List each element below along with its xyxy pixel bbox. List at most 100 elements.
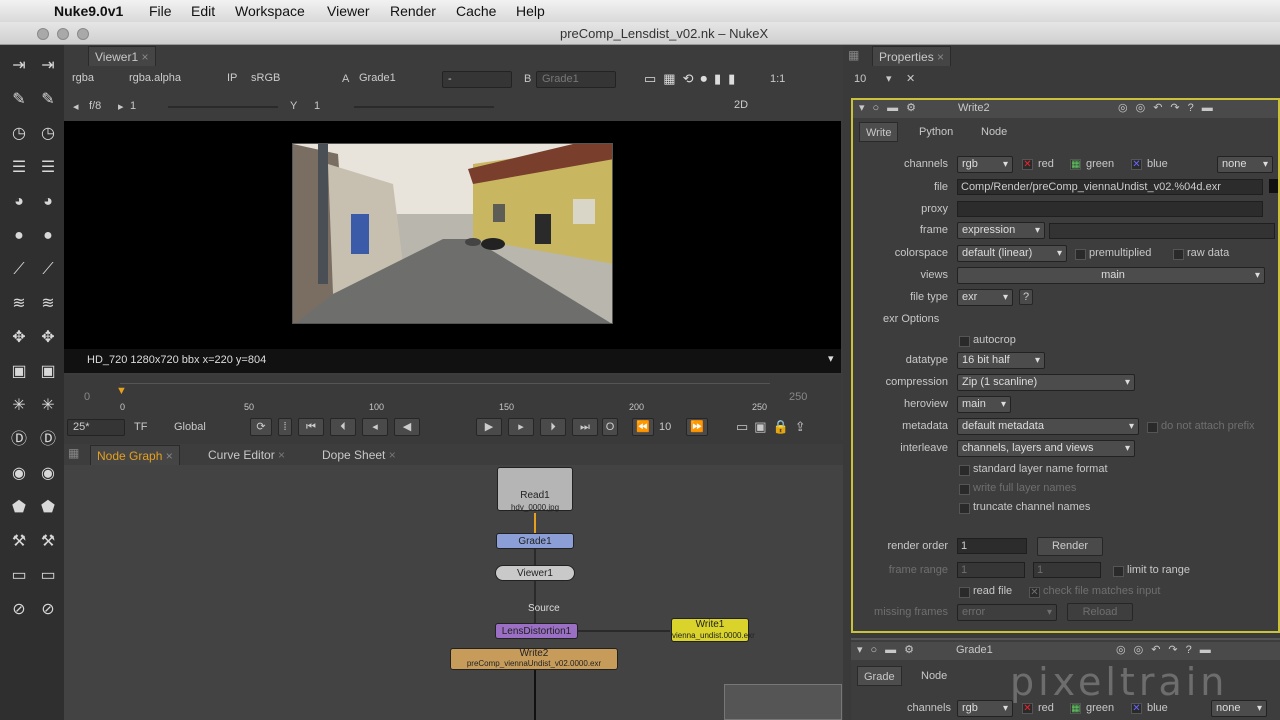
time-icon-2[interactable]: ◷ xyxy=(37,123,59,145)
close-icon[interactable]: × xyxy=(141,50,148,64)
node-header-icons[interactable]: ▾○▬⚙ xyxy=(859,101,924,114)
write2-node[interactable]: Write2 preComp_viennaUndist_v02.0000.exr xyxy=(450,648,618,670)
tab-python[interactable]: Python xyxy=(913,122,959,142)
read-file-checkbox[interactable] xyxy=(959,587,970,598)
frame-expression-input[interactable] xyxy=(1049,223,1275,239)
flipbook-icons[interactable]: ▭▣🔒⇪ xyxy=(736,419,812,435)
menu-cache[interactable]: Cache xyxy=(456,3,496,19)
view-mode-select[interactable]: 2D xyxy=(729,98,795,115)
menu-edit[interactable]: Edit xyxy=(191,3,215,19)
no-attach-prefix-checkbox[interactable] xyxy=(1147,422,1158,433)
node-header-icons[interactable]: ▾○▬⚙ xyxy=(857,643,922,656)
time-icon[interactable]: ◷ xyxy=(8,123,30,145)
panel-handle-icon[interactable]: ▦ xyxy=(848,48,859,62)
check-file-checkbox[interactable]: ✕ xyxy=(1029,587,1040,598)
fstop-value[interactable]: f/8 xyxy=(89,100,101,112)
tab-grade-node[interactable]: Node xyxy=(915,666,953,686)
ip-toggle[interactable]: IP xyxy=(222,71,244,88)
views-icon-2[interactable]: ◉ xyxy=(37,463,59,485)
particles-icon-2[interactable]: ✳ xyxy=(37,395,59,417)
compare-op-select[interactable]: - xyxy=(442,71,512,88)
prev-frame-button[interactable]: ◂ xyxy=(362,418,388,436)
tab-node[interactable]: Node xyxy=(975,122,1013,142)
frame-increment[interactable]: 10 xyxy=(659,421,671,433)
draw-icon[interactable]: ✎ xyxy=(8,89,30,111)
prev-keyframe-button[interactable]: ⏴ xyxy=(330,418,356,436)
merge-icon-2[interactable]: ≋ xyxy=(37,293,59,315)
interleave-dropdown[interactable]: channels, layers and views xyxy=(957,440,1135,457)
views-icon[interactable]: ◉ xyxy=(8,463,30,485)
timeline-start[interactable]: 0 xyxy=(84,391,90,403)
timeline-end[interactable]: 250 xyxy=(789,391,807,403)
close-window-button[interactable] xyxy=(37,28,49,40)
frame-range-end[interactable]: 1 xyxy=(1033,562,1101,578)
write2-name[interactable]: Write2 xyxy=(958,102,990,114)
limit-to-range-checkbox[interactable] xyxy=(1113,566,1124,577)
lock-panel-icon[interactable]: ▾ xyxy=(886,72,892,85)
draw-icon-2[interactable]: ✎ xyxy=(37,89,59,111)
skip-forward-button[interactable]: ⏩ xyxy=(686,418,708,436)
frame-range-start[interactable]: 1 xyxy=(957,562,1025,578)
menu-workspace[interactable]: Workspace xyxy=(235,3,305,19)
compression-dropdown[interactable]: Zip (1 scanline) xyxy=(957,374,1135,391)
tf-select[interactable]: TF xyxy=(134,421,147,433)
toolsets-icon[interactable]: ⚒ xyxy=(8,531,30,553)
image-icon-2[interactable]: ⇥ xyxy=(37,55,59,77)
file-input[interactable]: Comp/Render/preComp_viennaUndist_v02.%04… xyxy=(957,179,1263,195)
gamma-slider[interactable] xyxy=(354,106,494,108)
keyer-icon[interactable]: ⟋ xyxy=(8,259,30,281)
metadata-dropdown[interactable]: default metadata xyxy=(957,418,1139,435)
panel-handle-icon[interactable]: ▦ xyxy=(68,446,79,460)
green-checkbox[interactable]: ▦ xyxy=(1070,159,1081,170)
other-icon[interactable]: ▭ xyxy=(8,565,30,587)
zoom-window-button[interactable] xyxy=(77,28,89,40)
raw-data-checkbox[interactable] xyxy=(1173,249,1184,260)
fstop-prev-icon[interactable]: ◂ xyxy=(73,100,79,113)
autocrop-checkbox[interactable] xyxy=(959,336,970,347)
toolsets-icon-2[interactable]: ⚒ xyxy=(37,531,59,553)
tab-node-graph[interactable]: Node Graph × xyxy=(90,445,180,465)
grade-channels-dropdown[interactable]: rgb xyxy=(957,700,1013,717)
3d-icon-2[interactable]: ▣ xyxy=(37,361,59,383)
render-order-input[interactable]: 1 xyxy=(957,538,1027,554)
timeline-track[interactable] xyxy=(120,383,770,407)
max-panels-field[interactable]: 10 xyxy=(854,73,866,85)
info-toggle-icon[interactable]: ▾ xyxy=(828,352,834,365)
a-input-select[interactable]: Grade1 xyxy=(354,71,429,88)
image-icon[interactable]: ⇥ xyxy=(8,55,30,77)
help-button[interactable]: ? xyxy=(1019,289,1033,305)
datatype-dropdown[interactable]: 16 bit half xyxy=(957,352,1045,369)
colorspace-dropdown[interactable]: default (linear) xyxy=(957,245,1067,262)
viewer-node[interactable]: Viewer1 xyxy=(495,565,575,581)
out-point-button[interactable]: O xyxy=(602,418,618,436)
next-keyframe-button[interactable]: ⏵ xyxy=(540,418,566,436)
blue-checkbox[interactable]: ✕ xyxy=(1131,159,1142,170)
grade-green-checkbox[interactable]: ▦ xyxy=(1070,703,1081,714)
minimize-window-button[interactable] xyxy=(57,28,69,40)
lens-distortion-node[interactable]: LensDistortion1 xyxy=(495,623,578,639)
furnace-icon-2[interactable]: ⊘ xyxy=(37,599,59,621)
clear-panels-icon[interactable]: ✕ xyxy=(906,72,915,85)
gain-value[interactable]: 1 xyxy=(130,100,136,112)
colorspace-select[interactable]: sRGB xyxy=(246,71,316,88)
color-icon[interactable]: ◕ xyxy=(8,191,30,213)
red-checkbox[interactable]: ✕ xyxy=(1022,159,1033,170)
read-node[interactable]: Read1 hdv_0000.jpg xyxy=(497,467,573,512)
grade-node[interactable]: Grade1 xyxy=(496,533,574,549)
last-frame-button[interactable]: ⏭ xyxy=(572,418,598,436)
node-header-right-icons[interactable]: ◎◎↶↷?▬ xyxy=(1116,643,1219,656)
premultiplied-checkbox[interactable] xyxy=(1075,249,1086,260)
channel-icon-2[interactable]: ☰ xyxy=(37,157,59,179)
heroview-dropdown[interactable]: main xyxy=(957,396,1011,413)
missing-frames-dropdown[interactable]: error xyxy=(957,604,1057,621)
grade-blue-checkbox[interactable]: ✕ xyxy=(1131,703,1142,714)
file-browse-icon[interactable] xyxy=(1269,179,1278,193)
filter-icon-2[interactable]: ● xyxy=(37,225,59,247)
frame-dropdown[interactable]: expression xyxy=(957,222,1045,239)
play-forward-button[interactable]: ▶ xyxy=(476,418,502,436)
deep-icon[interactable]: Ⓓ xyxy=(8,429,30,451)
standard-layer-checkbox[interactable] xyxy=(959,465,970,476)
global-select[interactable]: Global xyxy=(174,421,206,433)
grade1-name[interactable]: Grade1 xyxy=(956,644,993,656)
other-icon-2[interactable]: ▭ xyxy=(37,565,59,587)
